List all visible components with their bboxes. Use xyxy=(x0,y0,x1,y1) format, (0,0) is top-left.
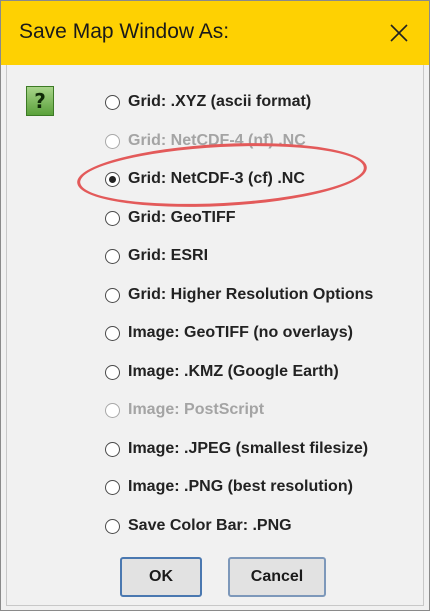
format-option[interactable]: Image: .PNG (best resolution) xyxy=(105,472,353,502)
title-bar[interactable]: Save Map Window As: xyxy=(1,1,429,65)
close-button[interactable] xyxy=(379,13,419,53)
close-icon xyxy=(390,24,408,42)
radio-button[interactable] xyxy=(105,364,120,380)
format-option-label: Grid: NetCDF-4 (nf) .NC xyxy=(128,132,306,149)
format-option[interactable]: Save Color Bar: .PNG xyxy=(105,511,292,541)
format-option[interactable]: Image: .KMZ (Google Earth) xyxy=(105,357,339,387)
radio-button[interactable] xyxy=(105,479,120,495)
format-option[interactable]: Image: .JPEG (smallest filesize) xyxy=(105,434,368,464)
dialog-title: Save Map Window As: xyxy=(19,20,230,43)
format-option[interactable]: Grid: .XYZ (ascii format) xyxy=(105,87,311,117)
format-option-label: Grid: GeoTIFF xyxy=(128,209,236,226)
radio-button[interactable] xyxy=(105,210,120,226)
format-option[interactable]: Grid: Higher Resolution Options xyxy=(105,280,373,310)
radio-button xyxy=(105,133,120,149)
radio-dot-icon xyxy=(109,175,116,183)
format-option-label: Grid: .XYZ (ascii format) xyxy=(128,93,312,110)
ok-button[interactable]: OK xyxy=(120,557,202,597)
format-option-label: Grid: ESRI xyxy=(128,247,209,264)
format-option-label: Image: GeoTIFF (no overlays) xyxy=(128,324,353,341)
format-option-label: Grid: Higher Resolution Options xyxy=(128,286,374,303)
format-option-label: Save Color Bar: .PNG xyxy=(128,517,292,534)
format-option-label: Image: .KMZ (Google Earth) xyxy=(128,363,339,380)
radio-button-selected[interactable] xyxy=(105,171,120,187)
cancel-button[interactable]: Cancel xyxy=(228,557,326,597)
radio-button[interactable] xyxy=(105,94,120,110)
radio-button[interactable] xyxy=(105,518,120,534)
radio-button[interactable] xyxy=(105,287,120,303)
format-option[interactable]: Grid: ESRI xyxy=(105,241,208,271)
format-option[interactable]: Grid: NetCDF-3 (cf) .NC xyxy=(105,164,305,194)
format-option-label: Image: .JPEG (smallest filesize) xyxy=(128,440,369,457)
radio-button xyxy=(105,402,120,418)
question-mark-icon[interactable]: ? xyxy=(26,86,54,116)
format-option-label: Image: PostScript xyxy=(128,401,265,418)
dialog-body: ? Grid: .XYZ (ascii format) Grid: NetCDF-… xyxy=(6,65,424,606)
radio-button[interactable] xyxy=(105,248,120,264)
format-option: Image: PostScript xyxy=(105,395,264,425)
radio-button[interactable] xyxy=(105,325,120,341)
format-option[interactable]: Image: GeoTIFF (no overlays) xyxy=(105,318,353,348)
format-option-label: Image: .PNG (best resolution) xyxy=(128,478,353,495)
radio-button[interactable] xyxy=(105,441,120,457)
save-map-dialog: Save Map Window As: ? Grid: .XYZ (ascii … xyxy=(0,0,430,611)
format-option[interactable]: Grid: GeoTIFF xyxy=(105,203,236,233)
format-option: Grid: NetCDF-4 (nf) .NC xyxy=(105,126,306,156)
format-option-label: Grid: NetCDF-3 (cf) .NC xyxy=(128,170,305,187)
